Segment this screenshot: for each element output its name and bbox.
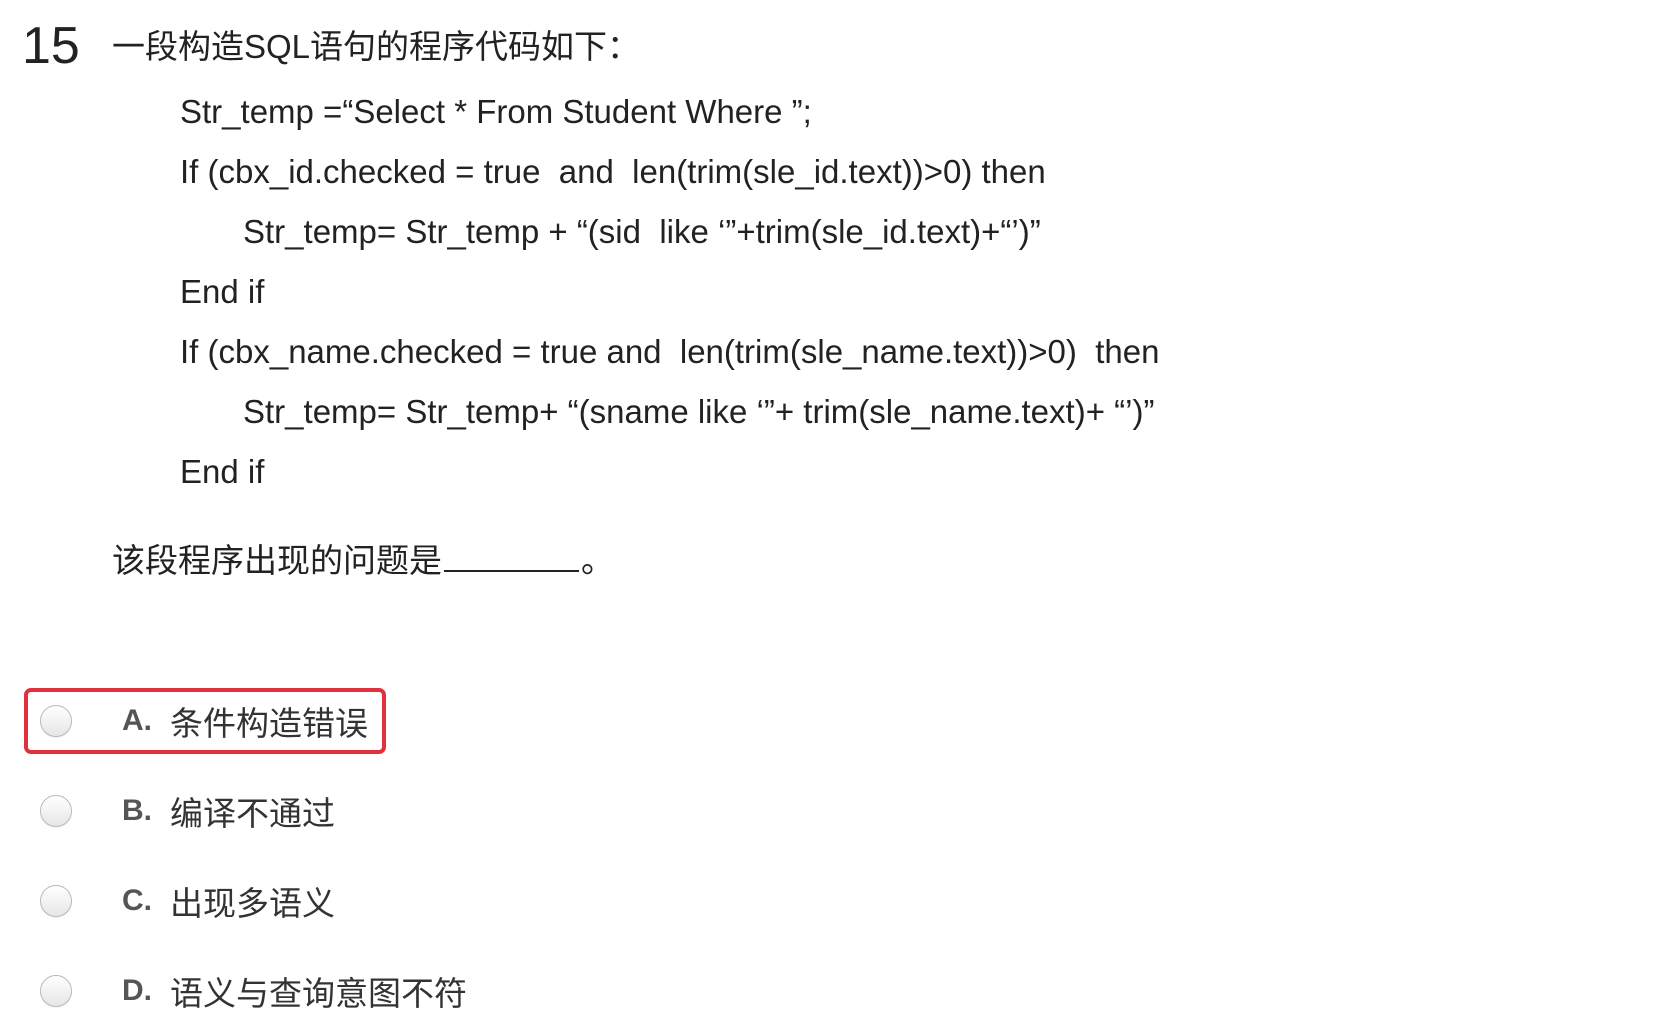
- option-d-letter: D.: [122, 974, 152, 1007]
- question-prompt-text: 该段程序出现的问题是: [112, 542, 442, 579]
- option-b-radio[interactable]: [40, 795, 72, 827]
- question-number: 15: [22, 17, 80, 75]
- option-a-letter: A.: [122, 704, 152, 737]
- option-d-radio[interactable]: [40, 975, 72, 1007]
- code-line-5: If (cbx_name.checked = true and len(trim…: [180, 333, 1160, 370]
- code-line-1: Str_temp =“Select * From Student Where ”…: [180, 93, 812, 130]
- code-line-7: End if: [180, 453, 265, 490]
- option-a[interactable]: A. 条件构造错误: [24, 688, 544, 754]
- code-line-6: Str_temp= Str_temp+ “(sname like ‘”+ tri…: [243, 393, 1155, 430]
- option-c-text: 出现多语义: [170, 885, 335, 922]
- option-a-radio[interactable]: [40, 705, 72, 737]
- code-line-2: If (cbx_id.checked = true and len(trim(s…: [180, 153, 1046, 190]
- option-c-letter: C.: [122, 884, 152, 917]
- option-c-radio[interactable]: [40, 885, 72, 917]
- option-b-text: 编译不通过: [170, 795, 335, 832]
- option-d[interactable]: D. 语义与查询意图不符: [24, 958, 544, 1024]
- question-prompt: 该段程序出现的问题是 。: [112, 536, 614, 583]
- option-c[interactable]: C. 出现多语义: [24, 868, 544, 934]
- code-line-3: Str_temp= Str_temp + “(sid like ‘”+trim(…: [243, 213, 1041, 250]
- option-b-letter: B.: [122, 794, 152, 827]
- question-prompt-tail: 。: [581, 542, 614, 579]
- option-d-text: 语义与查询意图不符: [170, 975, 467, 1012]
- answer-blank: [444, 536, 579, 572]
- option-a-text: 条件构造错误: [170, 705, 368, 742]
- code-line-4: End if: [180, 273, 265, 310]
- question-stem: 一段构造SQL语句的程序代码如下：: [112, 28, 641, 65]
- option-b[interactable]: B. 编译不通过: [24, 778, 544, 844]
